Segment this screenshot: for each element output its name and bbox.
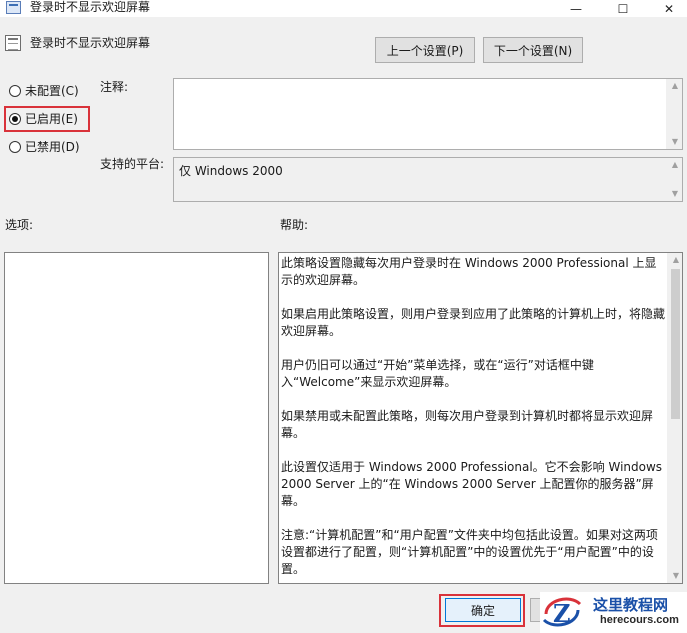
help-scrollbar[interactable]: ▲ ▼ <box>667 253 682 583</box>
help-paragraph: 如果禁用或未配置此策略，则每次用户登录到计算机时都将显示欢迎屏幕。 <box>281 409 654 440</box>
maximize-button[interactable]: ☐ <box>605 0 641 17</box>
options-panel <box>4 252 269 584</box>
scroll-down-icon[interactable]: ▼ <box>667 135 683 149</box>
help-paragraph: 注意:“计算机配置”和“用户配置”文件夹中均包括此设置。如果对这两项设置都进行了… <box>281 528 658 576</box>
watermark-domain: herecours.com <box>600 614 679 626</box>
help-text: 此策略设置隐藏每次用户登录时在 Windows 2000 Professiona… <box>281 255 667 583</box>
help-label: 帮助: <box>280 218 309 232</box>
options-label: 选项: <box>5 218 34 232</box>
help-paragraph: 用户仍旧可以通过“开始”菜单选择，或在“运行”对话框中键入“Welcome”来显… <box>281 358 594 389</box>
watermark-name: 这里教程网 <box>593 596 669 614</box>
minimize-button[interactable]: — <box>558 0 594 17</box>
help-paragraph: 此设置仅适用于 Windows 2000 Professional。它不会影响 … <box>281 460 663 508</box>
watermark-logo-icon: Z <box>542 597 582 628</box>
scroll-up-icon[interactable]: ▲ <box>667 79 683 93</box>
radio-not-configured[interactable]: 未配置(C) <box>9 82 79 99</box>
help-panel: 此策略设置隐藏每次用户登录时在 Windows 2000 Professiona… <box>278 252 683 584</box>
radio-circle[interactable] <box>9 84 21 97</box>
scroll-up-icon[interactable]: ▲ <box>667 158 683 172</box>
watermark-logo-letter: Z <box>553 599 571 628</box>
platform-field: 仅 Windows 2000 ▲ ▼ <box>173 157 683 202</box>
previous-setting-button[interactable]: 上一个设置(P) <box>375 37 475 63</box>
help-paragraph: 如果启用此策略设置，则用户登录到应用了此策略的计算机上时，将隐藏欢迎屏幕。 <box>281 307 666 338</box>
title-bar: 登录时不显示欢迎屏幕 — ☐ ✕ <box>0 0 687 17</box>
help-paragraph: 此策略设置隐藏每次用户登录时在 Windows 2000 Professiona… <box>281 256 657 287</box>
scroll-down-icon[interactable]: ▼ <box>667 187 683 201</box>
comment-scrollbar[interactable]: ▲ ▼ <box>666 79 682 149</box>
platform-value: 仅 Windows 2000 <box>179 164 283 178</box>
radio-circle[interactable] <box>9 140 21 153</box>
enabled-highlight-box <box>4 106 90 132</box>
radio-label: 未配置(C) <box>25 84 79 98</box>
scroll-up-icon[interactable]: ▲ <box>668 253 682 267</box>
scroll-down-icon[interactable]: ▼ <box>668 569 682 583</box>
platform-scrollbar[interactable]: ▲ ▼ <box>666 158 682 201</box>
watermark: Z 这里教程网 herecours.com <box>540 592 687 633</box>
platform-label: 支持的平台: <box>100 157 165 171</box>
comment-textarea[interactable]: ▲ ▼ <box>173 78 683 150</box>
radio-label: 已禁用(D) <box>25 140 80 154</box>
next-setting-button[interactable]: 下一个设置(N) <box>483 37 583 63</box>
ok-highlight-box <box>439 594 525 627</box>
policy-setting-icon <box>5 35 21 51</box>
comment-label: 注释: <box>100 80 129 94</box>
scroll-thumb[interactable] <box>671 269 680 419</box>
radio-disabled[interactable]: 已禁用(D) <box>9 138 80 155</box>
close-button[interactable]: ✕ <box>651 0 687 17</box>
policy-title: 登录时不显示欢迎屏幕 <box>30 36 151 50</box>
app-icon <box>6 1 21 14</box>
window-title: 登录时不显示欢迎屏幕 <box>30 0 151 14</box>
